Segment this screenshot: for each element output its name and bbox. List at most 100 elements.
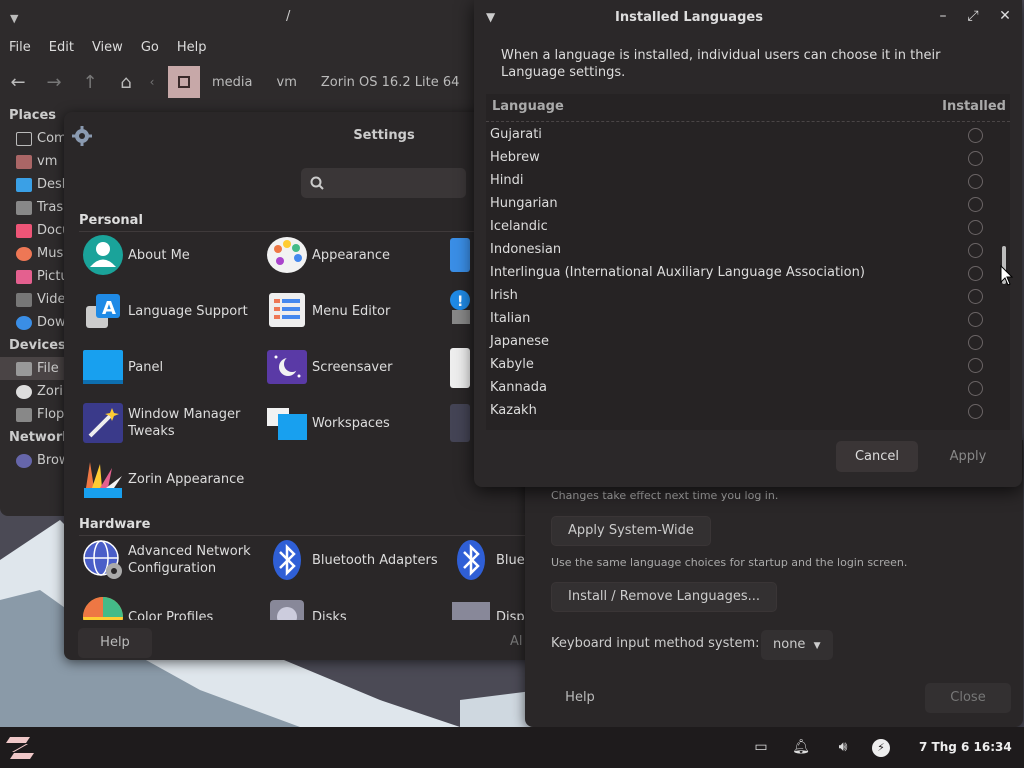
settings-help-button[interactable]: Help <box>78 628 152 658</box>
app-partial-icon-3[interactable] <box>450 348 470 388</box>
list-item[interactable]: Icelandic <box>486 216 996 239</box>
app-color-profiles[interactable]: Color Profiles <box>82 592 262 620</box>
window-list-icon[interactable]: ▭ <box>752 739 770 757</box>
app-screensaver[interactable]: Screensaver <box>266 342 446 392</box>
installed-radio[interactable] <box>968 381 983 396</box>
list-item[interactable]: Kabyle <box>486 354 996 377</box>
installed-radio[interactable] <box>968 220 983 235</box>
breadcrumb-zorin[interactable]: Zorin OS 16.2 Lite 64b <box>309 75 459 90</box>
installed-radio[interactable] <box>968 312 983 327</box>
back-arrow-icon[interactable]: ← <box>0 64 36 100</box>
installed-radio[interactable] <box>968 289 983 304</box>
file-manager-titlebar: ▼ / <box>0 0 524 36</box>
videos-folder-icon <box>16 292 32 307</box>
cancel-button[interactable]: Cancel <box>836 441 918 472</box>
menu-view[interactable]: View <box>83 40 132 55</box>
installed-radio[interactable] <box>968 358 983 373</box>
sidebar-item-home[interactable]: vm <box>0 150 64 173</box>
app-disks[interactable]: Disks <box>266 592 446 620</box>
language-support-close-button[interactable]: Close <box>925 683 1011 713</box>
installed-radio[interactable] <box>968 266 983 281</box>
app-workspaces[interactable]: Workspaces <box>266 398 446 448</box>
app-zorin-appearance[interactable]: Zorin Appearance <box>82 454 262 504</box>
installed-radio[interactable] <box>968 128 983 143</box>
settings-all-button[interactable]: Al <box>510 634 523 649</box>
sidebar-item-music[interactable]: Mus <box>0 242 64 265</box>
list-item[interactable]: Hindi <box>486 170 996 193</box>
window-menu-icon[interactable]: ▼ <box>10 12 18 25</box>
menu-go[interactable]: Go <box>132 40 168 55</box>
up-arrow-icon[interactable]: ↑ <box>72 64 108 100</box>
app-bluetooth-adapters[interactable]: Bluetooth Adapters <box>266 535 446 585</box>
app-advanced-network[interactable]: Advanced Network Configuration <box>82 535 262 585</box>
floppy-icon <box>16 407 32 422</box>
list-item[interactable]: Indonesian <box>486 239 996 262</box>
breadcrumb-left-icon[interactable]: ‹ <box>144 64 160 100</box>
list-item[interactable]: Italian <box>486 308 996 331</box>
app-window-manager-tweaks[interactable]: Window Manager Tweaks <box>82 398 262 448</box>
taskbar-clock[interactable]: 7 Thg 6 16:34 <box>919 740 1012 754</box>
column-header-installed[interactable]: Installed <box>942 99 1006 114</box>
sidebar-item-browse-network[interactable]: Brow <box>0 449 64 472</box>
forward-arrow-icon[interactable]: → <box>36 64 72 100</box>
sidebar-item-floppy[interactable]: Flop <box>0 403 64 426</box>
sidebar-item-downloads[interactable]: Dow <box>0 311 64 334</box>
app-about-me[interactable]: About Me <box>82 230 262 280</box>
apply-system-wide-button[interactable]: Apply System-Wide <box>551 516 711 546</box>
sidebar-item-pictures[interactable]: Pictu <box>0 265 64 288</box>
home-icon[interactable]: ⌂ <box>108 64 144 100</box>
volume-icon[interactable]: 🔊︎ <box>834 739 852 757</box>
apply-button[interactable]: Apply <box>930 441 1006 472</box>
list-item[interactable]: Gujarati <box>486 124 996 147</box>
breadcrumb-media[interactable]: media <box>200 75 265 90</box>
installed-radio[interactable] <box>968 335 983 350</box>
installed-radio[interactable] <box>968 151 983 166</box>
app-partial-icon-2[interactable]: ! <box>450 290 470 324</box>
minimize-icon[interactable]: – <box>932 8 954 28</box>
breadcrumb-root-icon[interactable] <box>168 66 200 98</box>
list-item[interactable]: Hungarian <box>486 193 996 216</box>
keyboard-input-select[interactable]: none ▼ <box>761 630 833 660</box>
list-item[interactable]: Irish <box>486 285 996 308</box>
app-menu-editor[interactable]: Menu Editor <box>266 286 446 336</box>
breadcrumb-vm[interactable]: vm <box>265 75 309 90</box>
installed-radio[interactable] <box>968 197 983 212</box>
sidebar-item-documents[interactable]: Docu <box>0 219 64 242</box>
sidebar-item-trash[interactable]: Tras <box>0 196 64 219</box>
menu-help[interactable]: Help <box>168 40 216 55</box>
app-display[interactable]: Disp <box>450 592 534 620</box>
sidebar-item-desktop[interactable]: Desk <box>0 173 64 196</box>
sidebar-item-filesystem[interactable]: File <box>0 357 64 380</box>
notification-bell-icon[interactable]: 🔔︎ <box>792 739 810 757</box>
list-item[interactable]: Hebrew <box>486 147 996 170</box>
sidebar-item-computer[interactable]: Com <box>0 127 64 150</box>
sidebar-item-videos[interactable]: Vide <box>0 288 64 311</box>
installed-radio[interactable] <box>968 174 983 189</box>
power-icon[interactable]: ⚡ <box>872 739 890 757</box>
sidebar-item-zorin-disc[interactable]: Zori <box>0 380 64 403</box>
menu-file[interactable]: File <box>0 40 40 55</box>
file-manager-title: / <box>286 9 291 24</box>
column-header-language[interactable]: Language <box>492 99 564 114</box>
languages-list[interactable]: Language Installed Gujarati Hebrew Hindi… <box>486 94 1010 430</box>
close-icon[interactable]: ✕ <box>994 8 1016 28</box>
app-language-support[interactable]: A Language Support <box>82 286 262 336</box>
list-item[interactable]: Kannada <box>486 377 996 400</box>
zorin-menu-logo-icon[interactable] <box>6 735 34 761</box>
installed-languages-dialog: ▼ Installed Languages – ⤢ ✕ When a langu… <box>474 0 1022 487</box>
installed-radio[interactable] <box>968 243 983 258</box>
language-support-help-button[interactable]: Help <box>551 683 609 713</box>
list-item[interactable]: Japanese <box>486 331 996 354</box>
settings-search-input[interactable] <box>301 168 466 198</box>
app-partial-icon-4[interactable] <box>450 404 470 442</box>
installed-radio[interactable] <box>968 404 983 419</box>
install-remove-languages-button[interactable]: Install / Remove Languages... <box>551 582 777 612</box>
list-item[interactable]: Kazakh <box>486 400 996 423</box>
maximize-icon[interactable]: ⤢ <box>962 8 984 28</box>
app-panel[interactable]: Panel <box>82 342 262 392</box>
menu-edit[interactable]: Edit <box>40 40 83 55</box>
app-bluetooth-partial[interactable]: Blue <box>450 535 534 585</box>
app-appearance[interactable]: Appearance <box>266 230 446 280</box>
app-partial-icon-1[interactable] <box>450 238 470 272</box>
list-item[interactable]: Interlingua (International Auxiliary Lan… <box>486 262 996 285</box>
